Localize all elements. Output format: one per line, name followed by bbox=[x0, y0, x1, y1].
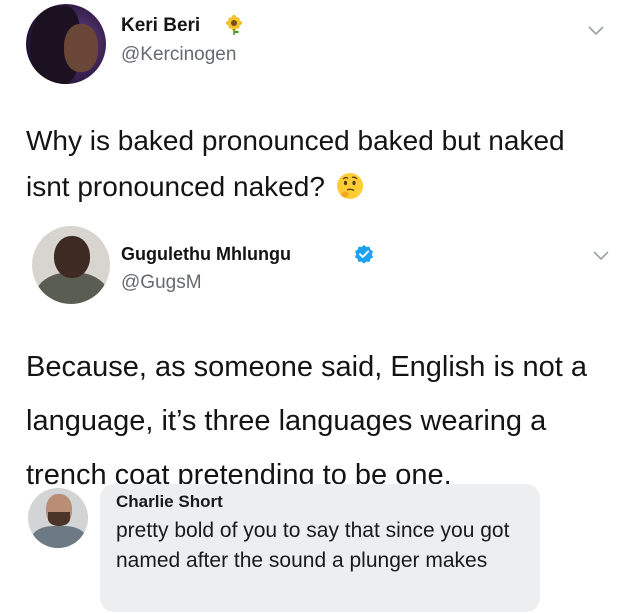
avatar-charlie-short[interactable] bbox=[28, 488, 88, 548]
author-handle[interactable]: @GugsM bbox=[121, 272, 202, 294]
tweet-text-content: Why is baked pronounced baked but naked … bbox=[26, 125, 565, 202]
thinking-face-icon bbox=[336, 173, 363, 199]
author-handle[interactable]: @Kercinogen bbox=[121, 44, 236, 66]
chevron-down-icon[interactable] bbox=[592, 250, 610, 262]
tweet-text: Because, as someone said, English is not… bbox=[26, 351, 587, 491]
tweet-text: Why is baked pronounced baked but naked … bbox=[26, 118, 606, 210]
author-name[interactable]: Gugulethu Mhlungu bbox=[121, 244, 291, 265]
verified-badge-icon bbox=[355, 245, 373, 264]
chevron-down-icon[interactable] bbox=[587, 25, 605, 37]
sunflower-icon bbox=[225, 15, 243, 35]
author-name[interactable]: Keri Beri bbox=[121, 15, 200, 37]
comment-text: pretty bold of you to say that since you… bbox=[116, 519, 510, 572]
avatar-keri-beri[interactable] bbox=[26, 4, 106, 84]
avatar-gugulethu-mhlungu[interactable] bbox=[32, 226, 110, 304]
commenter-name[interactable]: Charlie Short bbox=[116, 492, 223, 512]
